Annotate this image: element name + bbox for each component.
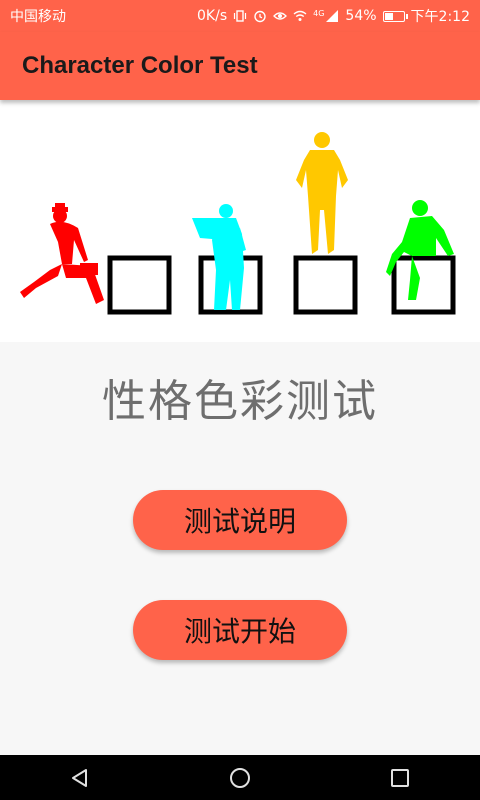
status-time: 下午2:12	[410, 9, 470, 25]
back-button[interactable]	[50, 755, 110, 800]
page-headline: 性格色彩测试	[102, 376, 378, 427]
back-icon	[72, 768, 87, 787]
start-test-button[interactable]: 测试开始	[133, 600, 347, 660]
battery-percent: 54%	[345, 8, 377, 24]
box-1	[107, 255, 172, 315]
box-3	[293, 255, 358, 315]
box-4	[391, 255, 456, 315]
home-button[interactable]	[210, 755, 270, 800]
carrier-label: 中国移动	[10, 9, 66, 25]
app-bar: Character Color Test	[0, 32, 480, 100]
red-figure	[20, 203, 104, 304]
signal-icon	[326, 10, 339, 22]
home-icon	[230, 767, 250, 788]
recents-button[interactable]	[370, 755, 430, 800]
test-instructions-button[interactable]: 测试说明	[133, 490, 347, 550]
app-title: Character Color Test	[22, 52, 258, 79]
status-bar: 中国移动 0K/s 4G 54% 下午2:12	[0, 0, 480, 32]
wifi-icon	[293, 10, 307, 21]
alarm-icon	[254, 10, 266, 23]
eye-icon	[273, 12, 288, 20]
vibrate-icon	[234, 10, 247, 22]
network-speed: 0K/s	[197, 8, 228, 24]
character-figures-illustration	[20, 132, 456, 315]
screen: 中国移动 0K/s 4G 54% 下午2:12 Character Color …	[0, 0, 480, 800]
yellow-figure	[296, 132, 348, 254]
network-type-label: 4G	[313, 9, 325, 18]
recents-icon	[391, 768, 409, 787]
hero-illustration	[0, 100, 480, 342]
battery-icon	[382, 10, 408, 22]
navigation-bar	[0, 755, 480, 800]
